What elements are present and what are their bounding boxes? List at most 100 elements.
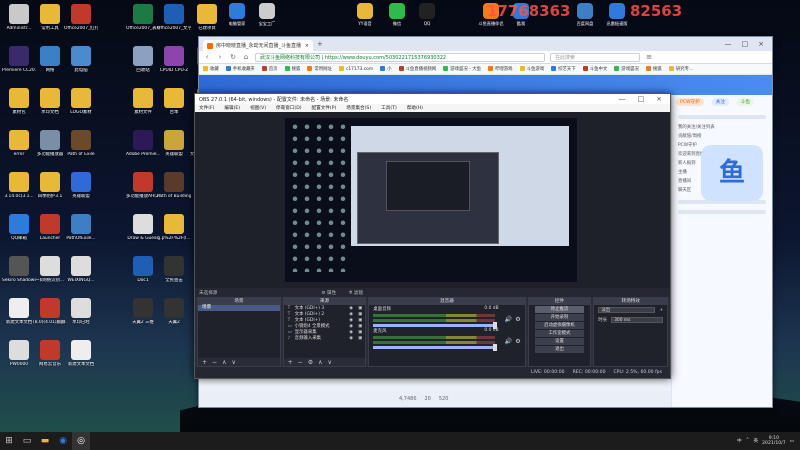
obs-menu-item[interactable]: 视图(V) bbox=[250, 105, 266, 111]
lock-icon[interactable]: ▣ bbox=[358, 312, 362, 317]
desktop-icon[interactable]: LOGO素材 bbox=[64, 88, 98, 115]
desktop-icon[interactable]: 新建文本文档 bbox=[2, 298, 36, 325]
bookmark-item[interactable]: 手机收藏夹 bbox=[225, 66, 255, 72]
scene-item[interactable]: 场景 bbox=[198, 305, 280, 311]
source-item[interactable]: ♪ 音频输入采集 ◉ ▣ bbox=[284, 335, 366, 342]
properties-button[interactable]: ⚙ 属性 bbox=[321, 290, 336, 296]
desktop-icon[interactable]: 回收站 bbox=[126, 46, 160, 73]
browser-taskbar-icon[interactable]: ◉ bbox=[54, 432, 72, 450]
tab-close-icon[interactable]: × bbox=[305, 43, 309, 49]
remove-source-icon[interactable]: − bbox=[298, 359, 303, 366]
desktop-icon[interactable]: 多功能播放器 bbox=[33, 130, 67, 157]
desktop-icon[interactable]: 已建项目 bbox=[190, 4, 224, 31]
desktop-icon[interactable]: 常用工具 bbox=[33, 4, 67, 31]
menu-icon[interactable]: ≡ bbox=[645, 53, 653, 61]
move-up-icon[interactable]: ∧ bbox=[222, 359, 226, 366]
lock-icon[interactable]: ▣ bbox=[358, 318, 362, 323]
add-source-icon[interactable]: + bbox=[288, 359, 293, 366]
top-desktop-icon[interactable]: 宝宝工厂 bbox=[254, 3, 280, 27]
control-button[interactable]: 退出 bbox=[534, 346, 585, 353]
obs-maximize-button[interactable]: □ bbox=[638, 95, 645, 103]
obs-menu-item[interactable]: 编辑(E) bbox=[224, 105, 240, 111]
new-tab-button[interactable]: + bbox=[317, 40, 323, 48]
control-button[interactable]: 启动虚拟摄像机 bbox=[534, 322, 585, 329]
obs-menu-item[interactable]: 帮助(H) bbox=[407, 105, 423, 111]
desktop-icon[interactable]: CPUID CPU-Z bbox=[157, 46, 191, 73]
desktop-icon[interactable]: Office2007_红打印机 bbox=[64, 4, 98, 31]
obs-menu-item[interactable]: 配置文件(P) bbox=[312, 105, 337, 111]
source-up-icon[interactable]: ∧ bbox=[318, 359, 322, 366]
desktop-icon[interactable]: (8.0)(4.01)麒麟... bbox=[33, 298, 67, 325]
back-icon[interactable]: ‹ bbox=[203, 53, 211, 61]
gear-icon[interactable]: ⚙ bbox=[515, 316, 520, 323]
bookmark-item[interactable]: 游戏盛况 bbox=[614, 66, 639, 72]
url-input[interactable]: 武汉斗鱼网络科技有限公司 | https://www.douyu.com/503… bbox=[255, 52, 545, 62]
minimize-button[interactable]: — bbox=[725, 40, 732, 48]
obs-taskbar-icon[interactable]: ◎ bbox=[72, 432, 90, 450]
bookmark-item[interactable]: 首页 bbox=[261, 66, 278, 72]
bookmark-item[interactable]: 斗鱼直播视频网 bbox=[398, 66, 436, 72]
move-down-icon[interactable]: ∨ bbox=[231, 359, 235, 366]
close-button[interactable]: × bbox=[758, 40, 764, 48]
desktop-icon[interactable]: PathOfExile... bbox=[64, 214, 98, 241]
fader-knob[interactable] bbox=[492, 344, 497, 351]
tray-item[interactable]: 中 bbox=[737, 438, 742, 444]
lock-icon[interactable]: ▣ bbox=[358, 336, 362, 341]
lock-icon[interactable]: ▣ bbox=[358, 330, 362, 335]
top-desktop-icon[interactable]: YY语音 bbox=[352, 3, 378, 27]
desktop-icon[interactable]: Office2007_表格 bbox=[126, 4, 160, 31]
desktop-icon[interactable]: 水印文档 bbox=[33, 88, 67, 115]
browser-search-input[interactable]: 在此搜索 bbox=[550, 52, 640, 62]
add-transition-icon[interactable]: + bbox=[659, 308, 663, 313]
desktop-icon[interactable]: g.p%2F%2F(I... bbox=[157, 214, 191, 241]
desktop-icon[interactable]: PW0000 bbox=[2, 340, 36, 367]
desktop-icon[interactable]: QQ邮箱 bbox=[2, 214, 36, 241]
bookmark-item[interactable]: 小 bbox=[380, 66, 392, 72]
tray-item[interactable]: ⌃ bbox=[746, 438, 750, 444]
eye-icon[interactable]: ◉ bbox=[349, 306, 353, 311]
desktop-icon[interactable]: 此电脑 bbox=[64, 46, 98, 73]
side-pill[interactable]: PCW守护 bbox=[676, 98, 704, 106]
lock-icon[interactable]: ▣ bbox=[358, 324, 362, 329]
transition-select[interactable]: 淡出 bbox=[598, 307, 656, 313]
desktop-icon[interactable]: Administr... bbox=[2, 4, 36, 31]
obs-menu-item[interactable]: 工具(T) bbox=[381, 105, 397, 111]
top-desktop-icon[interactable]: 微信 bbox=[384, 3, 410, 27]
obs-preview[interactable] bbox=[195, 112, 670, 288]
obs-menu-item[interactable]: 场景集合(S) bbox=[346, 105, 371, 111]
browser-tab-active[interactable]: 房中晓晓直播_永劫无间直播_斗鱼直播 × bbox=[203, 40, 313, 51]
add-scene-icon[interactable]: + bbox=[202, 359, 207, 366]
desktop-icon[interactable]: 网易云音乐 bbox=[33, 340, 67, 367]
desktop-icon[interactable]: error bbox=[2, 130, 36, 157]
notification-icon[interactable]: ▭ bbox=[790, 439, 794, 444]
speaker-icon[interactable]: 🔊 bbox=[505, 338, 512, 345]
clock[interactable]: 9:10 2021/10/7 bbox=[762, 436, 786, 447]
start-button[interactable]: ⊞ bbox=[0, 432, 18, 450]
filters-button[interactable]: ⚗ 滤镜 bbox=[348, 290, 363, 296]
tray-item[interactable]: 英 bbox=[753, 438, 758, 444]
desktop-icon[interactable]: Office2007_文字 bbox=[157, 4, 191, 31]
eye-icon[interactable]: ◉ bbox=[349, 330, 353, 335]
obs-menu-item[interactable]: 停靠窗口(D) bbox=[276, 105, 302, 111]
bookmark-item[interactable]: 综艺天下 bbox=[551, 66, 576, 72]
top-desktop-icon[interactable]: QQ bbox=[414, 3, 440, 26]
top-desktop-icon[interactable]: 电脑管家 bbox=[224, 3, 250, 27]
desktop-icon[interactable]: 台本 bbox=[157, 88, 191, 115]
desktop-icon[interactable]: Launcher bbox=[33, 214, 67, 241]
desktop-icon[interactable]: 素材包 bbox=[2, 88, 36, 115]
bookmark-item[interactable]: 哔哩游戏 bbox=[487, 66, 513, 72]
obs-window[interactable]: OBS 27.0.1 (64-bit, windows) - 配置文件: 未命名… bbox=[194, 93, 671, 379]
desktop-icon[interactable]: Path of Building bbox=[157, 172, 191, 199]
desktop-icon[interactable]: Path of Exile bbox=[64, 130, 98, 157]
side-pill[interactable]: 斗鱼 bbox=[736, 98, 755, 106]
task-view-icon[interactable]: ▭ bbox=[18, 432, 36, 450]
desktop-icon[interactable]: 水印已经 bbox=[64, 298, 98, 325]
control-button[interactable]: 设置 bbox=[534, 338, 585, 345]
remove-scene-icon[interactable]: − bbox=[212, 359, 217, 366]
top-desktop-icon[interactable]: 迅雷极速版 bbox=[604, 3, 630, 27]
control-button[interactable]: 工作室模式 bbox=[534, 330, 585, 337]
top-desktop-icon[interactable]: 百度网盘 bbox=[572, 3, 598, 27]
obs-menu-item[interactable]: 文件(F) bbox=[199, 105, 214, 111]
control-button[interactable]: 开始录制 bbox=[534, 314, 585, 321]
bookmark-item[interactable]: 研究专... bbox=[668, 66, 693, 72]
